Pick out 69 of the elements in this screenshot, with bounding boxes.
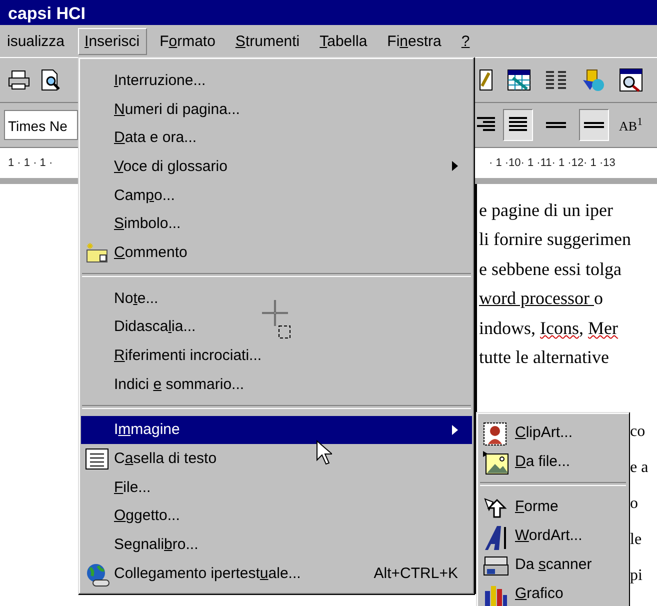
- ruler: · 1 ·10· 1 ·11· 1 ·12· 1 ·13: [475, 147, 657, 184]
- menu-bar-item[interactable]: Finestra: [380, 28, 448, 54]
- menu-item[interactable]: Collegamento ipertestuale... Alt+CTRL+K: [81, 559, 472, 588]
- menu-item[interactable]: Didascalia...: [81, 312, 472, 342]
- submenu-arrow-icon: [452, 424, 458, 435]
- menu-bar-item[interactable]: Strumenti: [228, 28, 307, 54]
- menu-bar-item[interactable]: Formato: [152, 28, 222, 54]
- menu-item[interactable]: ClipArt...: [479, 418, 627, 447]
- text-line: e pagine di un iper: [478, 199, 614, 222]
- text-line: co: [630, 423, 646, 440]
- print-preview-icon[interactable]: [40, 69, 62, 91]
- shapes-icon[interactable]: [581, 68, 605, 92]
- text-line: e sebbene essi tolga: [478, 258, 622, 281]
- menu-item[interactable]: WordArt...: [479, 521, 627, 550]
- ruler: 1 · 1 · 1 ·: [0, 147, 78, 184]
- text-line: pi: [630, 567, 642, 584]
- shapes-icon: [483, 496, 509, 520]
- word-art-icon: [483, 525, 509, 551]
- menu-item[interactable]: Interruzione...: [81, 66, 472, 95]
- menu-item[interactable]: Numeri di pagina...: [81, 94, 472, 124]
- globe-icon: [85, 563, 111, 587]
- menu-item[interactable]: Note...: [81, 284, 472, 312]
- menu-item[interactable]: Campo...: [81, 180, 472, 210]
- text-line: o: [630, 495, 638, 512]
- menu-item[interactable]: Oggetto...: [81, 502, 472, 530]
- text-line: le: [630, 531, 642, 548]
- font-field[interactable]: Times Ne: [4, 110, 78, 140]
- menu-item[interactable]: Simbolo...: [81, 209, 472, 238]
- text-line: indows, Icons, Mer: [478, 316, 620, 340]
- preview-icon[interactable]: [619, 68, 643, 92]
- window-title: capsi HCI: [8, 3, 86, 25]
- pointer-cursor-icon: [316, 440, 332, 466]
- document-link[interactable]: word processor: [479, 288, 594, 308]
- justify-icon[interactable]: [508, 116, 528, 134]
- scanner-icon: [483, 554, 509, 578]
- menu-item[interactable]: Data e ora...: [81, 123, 472, 152]
- pencil-icon[interactable]: [479, 69, 493, 91]
- menu-item[interactable]: Forme: [479, 492, 627, 521]
- align-right-icon[interactable]: [475, 116, 495, 134]
- table-icon[interactable]: [507, 69, 531, 91]
- picture-file-icon: [483, 451, 509, 475]
- menu-bar-item[interactable]: isualizza: [0, 28, 72, 54]
- bar-chart-icon: [483, 583, 509, 606]
- menu-item[interactable]: Da scanner: [479, 550, 627, 579]
- menu-bar-item[interactable]: Inserisci: [78, 28, 147, 54]
- clip-art-icon: [483, 422, 507, 446]
- text-line: o: [594, 288, 603, 308]
- text-line: tutte le alternative: [478, 346, 610, 369]
- superscript-button[interactable]: AB$^{1}$: [617, 114, 644, 136]
- menu-item[interactable]: Immagine: [81, 416, 472, 444]
- menu-item[interactable]: Riferimenti incrociati...: [81, 341, 472, 370]
- text-line: e a: [630, 459, 648, 476]
- columns-icon[interactable]: [545, 70, 567, 90]
- menu-item[interactable]: File...: [81, 472, 472, 502]
- menu-item[interactable]: Voce di glossario: [81, 152, 472, 181]
- menu-bar-item[interactable]: Tabella: [312, 28, 374, 54]
- menu-bar-item[interactable]: ?: [454, 28, 477, 54]
- menu-item[interactable]: Casella di testo: [81, 444, 472, 473]
- print-icon[interactable]: [8, 70, 30, 90]
- submenu-arrow-icon: [452, 161, 458, 172]
- text-box-icon: [85, 448, 109, 470]
- text-line: li fornire suggerimen: [478, 228, 632, 252]
- menu-item[interactable]: Da file...: [479, 447, 627, 476]
- menu-item[interactable]: Commento: [81, 238, 472, 267]
- double-line-icon[interactable]: [583, 121, 605, 129]
- menu-item[interactable]: Segnalibro...: [81, 530, 472, 559]
- menu-item[interactable]: Indici e sommario...: [81, 370, 472, 399]
- line-icon[interactable]: [545, 121, 567, 129]
- menu-item[interactable]: Grafico: [479, 579, 627, 606]
